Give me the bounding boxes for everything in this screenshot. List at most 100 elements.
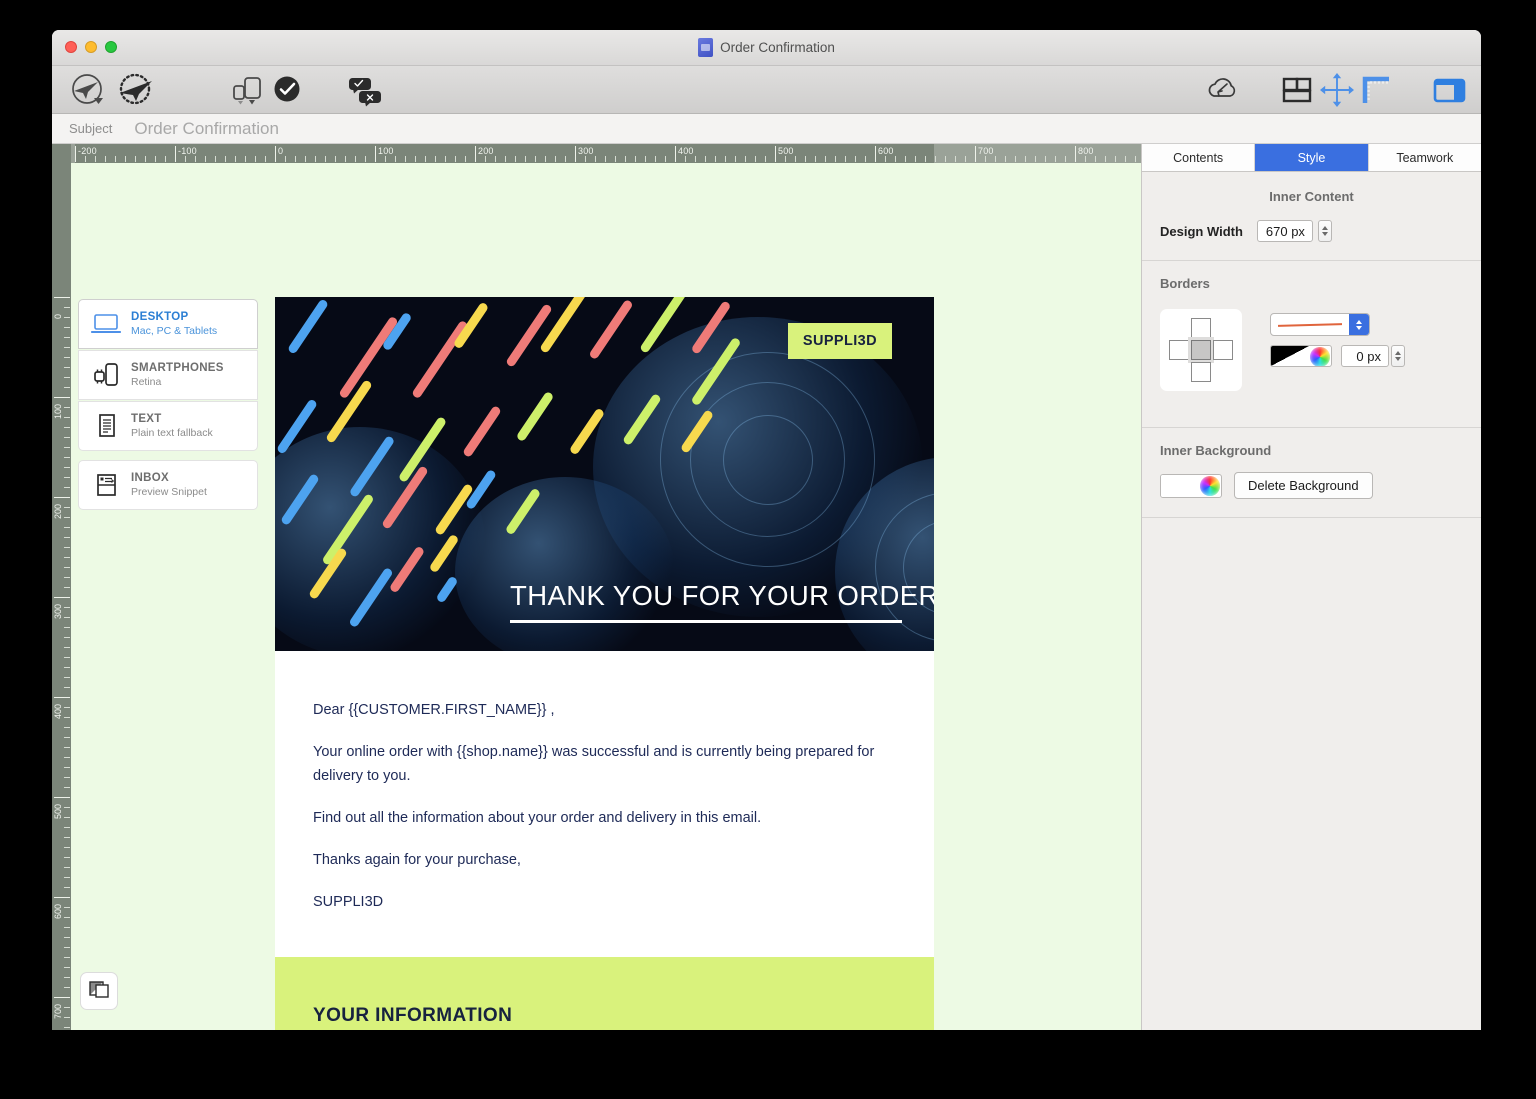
ruler-tick — [1005, 156, 1006, 162]
ruler-tick — [665, 156, 666, 162]
inspector-panel: Contents Style Teamwork Inner Content De… — [1141, 144, 1481, 1030]
ruler-tick — [64, 487, 70, 488]
tab-teamwork[interactable]: Teamwork — [1369, 144, 1481, 171]
border-side-picker[interactable] — [1160, 309, 1242, 391]
email-body[interactable]: Dear {{CUSTOMER.FIRST_NAME}} , Your onli… — [275, 651, 934, 957]
send-later-icon[interactable] — [66, 70, 112, 110]
ruler-tick — [64, 967, 70, 968]
your-information-block[interactable]: YOUR INFORMATION ORDER NUMBER {{ORDER_NU… — [275, 957, 934, 1030]
sidebar-item-smartphones[interactable]: SMARTPHONES Retina — [78, 350, 258, 400]
send-test-icon[interactable] — [114, 70, 160, 110]
border-controls: 0 px — [1270, 309, 1405, 391]
border-side-left[interactable] — [1169, 340, 1189, 360]
ruler-tick — [135, 156, 136, 162]
ruler-tick — [325, 156, 326, 162]
delete-background-button[interactable]: Delete Background — [1234, 472, 1373, 499]
subject-input[interactable]: Order Confirmation — [134, 119, 279, 139]
info-title: YOUR INFORMATION — [313, 1005, 896, 1027]
ruler-tick — [54, 597, 70, 598]
ruler-tick — [615, 156, 616, 162]
sidebar-item-text[interactable]: TEXT Plain text fallback — [78, 401, 258, 451]
device-name: DESKTOP — [131, 310, 217, 324]
ruler-tick — [85, 156, 86, 162]
inner-background-swatch[interactable] — [1160, 474, 1222, 498]
ruler-tick — [95, 156, 96, 162]
ruler-tick — [64, 1007, 70, 1008]
color-wheel-icon[interactable] — [1200, 476, 1220, 496]
ruler-tick — [465, 156, 466, 162]
ruler-tick — [225, 156, 226, 162]
tab-style[interactable]: Style — [1255, 144, 1368, 171]
check-icon[interactable] — [268, 70, 308, 110]
ruler-tick — [64, 827, 70, 828]
ruler-tick — [685, 156, 686, 162]
border-side-all[interactable] — [1191, 340, 1211, 360]
sidebar-item-desktop[interactable]: DESKTOP Mac, PC & Tablets — [78, 299, 258, 349]
ruler-tick — [155, 156, 156, 162]
ruler-tick — [505, 156, 506, 162]
email-preview[interactable]: SUPPLI3D THANK YOU FOR YOUR ORDER Dear {… — [275, 297, 934, 1030]
ruler-tick — [695, 156, 696, 162]
device-text: TEXT Plain text fallback — [131, 412, 213, 440]
ruler-tick — [1045, 156, 1046, 162]
ruler-label: 0 — [53, 314, 63, 319]
device-sub: Plain text fallback — [131, 427, 213, 440]
border-side-top[interactable] — [1191, 318, 1211, 338]
ruler-tick — [495, 156, 496, 162]
jellyfish-ring — [723, 415, 813, 505]
device-preview-list: DESKTOP Mac, PC & Tablets SMARTPHONES — [78, 299, 258, 511]
ruler-tick — [64, 1017, 70, 1018]
ruler-tick — [965, 156, 966, 162]
ruler-tick — [435, 156, 436, 162]
border-side-bottom[interactable] — [1191, 362, 1211, 382]
ruler-tick — [105, 156, 106, 162]
ruler-tick — [64, 957, 70, 958]
ruler-tick — [485, 156, 486, 162]
ruler-tick — [245, 156, 246, 162]
border-width-stepper[interactable] — [1391, 345, 1405, 367]
ruler-tick — [64, 607, 70, 608]
border-color-swatch[interactable] — [1270, 345, 1332, 367]
border-style-preview — [1271, 314, 1349, 335]
design-width-stepper[interactable] — [1318, 220, 1332, 242]
ruler-tick — [1125, 156, 1126, 162]
color-wheel-icon[interactable] — [1310, 347, 1330, 367]
ruler-tick — [525, 156, 526, 162]
ruler-tick — [235, 156, 236, 162]
ruler-tick — [54, 797, 70, 798]
inspector-panel-icon[interactable] — [1426, 70, 1472, 110]
background-layers-button[interactable] — [80, 972, 118, 1010]
canvas-area[interactable]: -200-1000100200300400500600700800 010020… — [52, 144, 1141, 1030]
ruler-tick — [1095, 156, 1096, 162]
hero-banner[interactable]: SUPPLI3D THANK YOU FOR YOUR ORDER — [275, 297, 934, 651]
border-width-input[interactable]: 0 px — [1341, 345, 1389, 367]
ruler-tick — [64, 787, 70, 788]
border-style-select[interactable] — [1270, 313, 1370, 336]
ruler-tick — [345, 156, 346, 162]
border-side-right[interactable] — [1213, 340, 1233, 360]
comments-icon[interactable] — [342, 70, 394, 110]
design-width-label: Design Width — [1160, 224, 1243, 239]
ruler-tick — [64, 447, 70, 448]
ruler-tick — [315, 156, 316, 162]
ruler-icon[interactable] — [1354, 70, 1400, 110]
ruler-tick — [865, 156, 866, 162]
ruler-tick — [895, 156, 896, 162]
border-style-stepper[interactable] — [1349, 314, 1369, 335]
tab-contents[interactable]: Contents — [1142, 144, 1255, 171]
ruler-tick — [165, 156, 166, 162]
sidebar-item-inbox[interactable]: INBOX Preview Snippet — [78, 460, 258, 510]
ruler-tick — [215, 156, 216, 162]
device-name: SMARTPHONES — [131, 361, 224, 375]
ruler-label: 400 — [675, 146, 694, 156]
design-width-input[interactable]: 670 px — [1257, 220, 1313, 242]
cloud-speed-icon[interactable] — [1202, 70, 1248, 110]
ruler-tick — [455, 156, 456, 162]
ruler-tick — [725, 156, 726, 162]
preview-devices-icon[interactable] — [224, 70, 270, 110]
ruler-tick — [1035, 156, 1036, 162]
deco-stripe — [287, 298, 329, 354]
inbox-preview-icon — [91, 472, 121, 498]
laptop-icon — [91, 312, 121, 336]
horizontal-ruler: -200-1000100200300400500600700800 — [52, 144, 1141, 163]
